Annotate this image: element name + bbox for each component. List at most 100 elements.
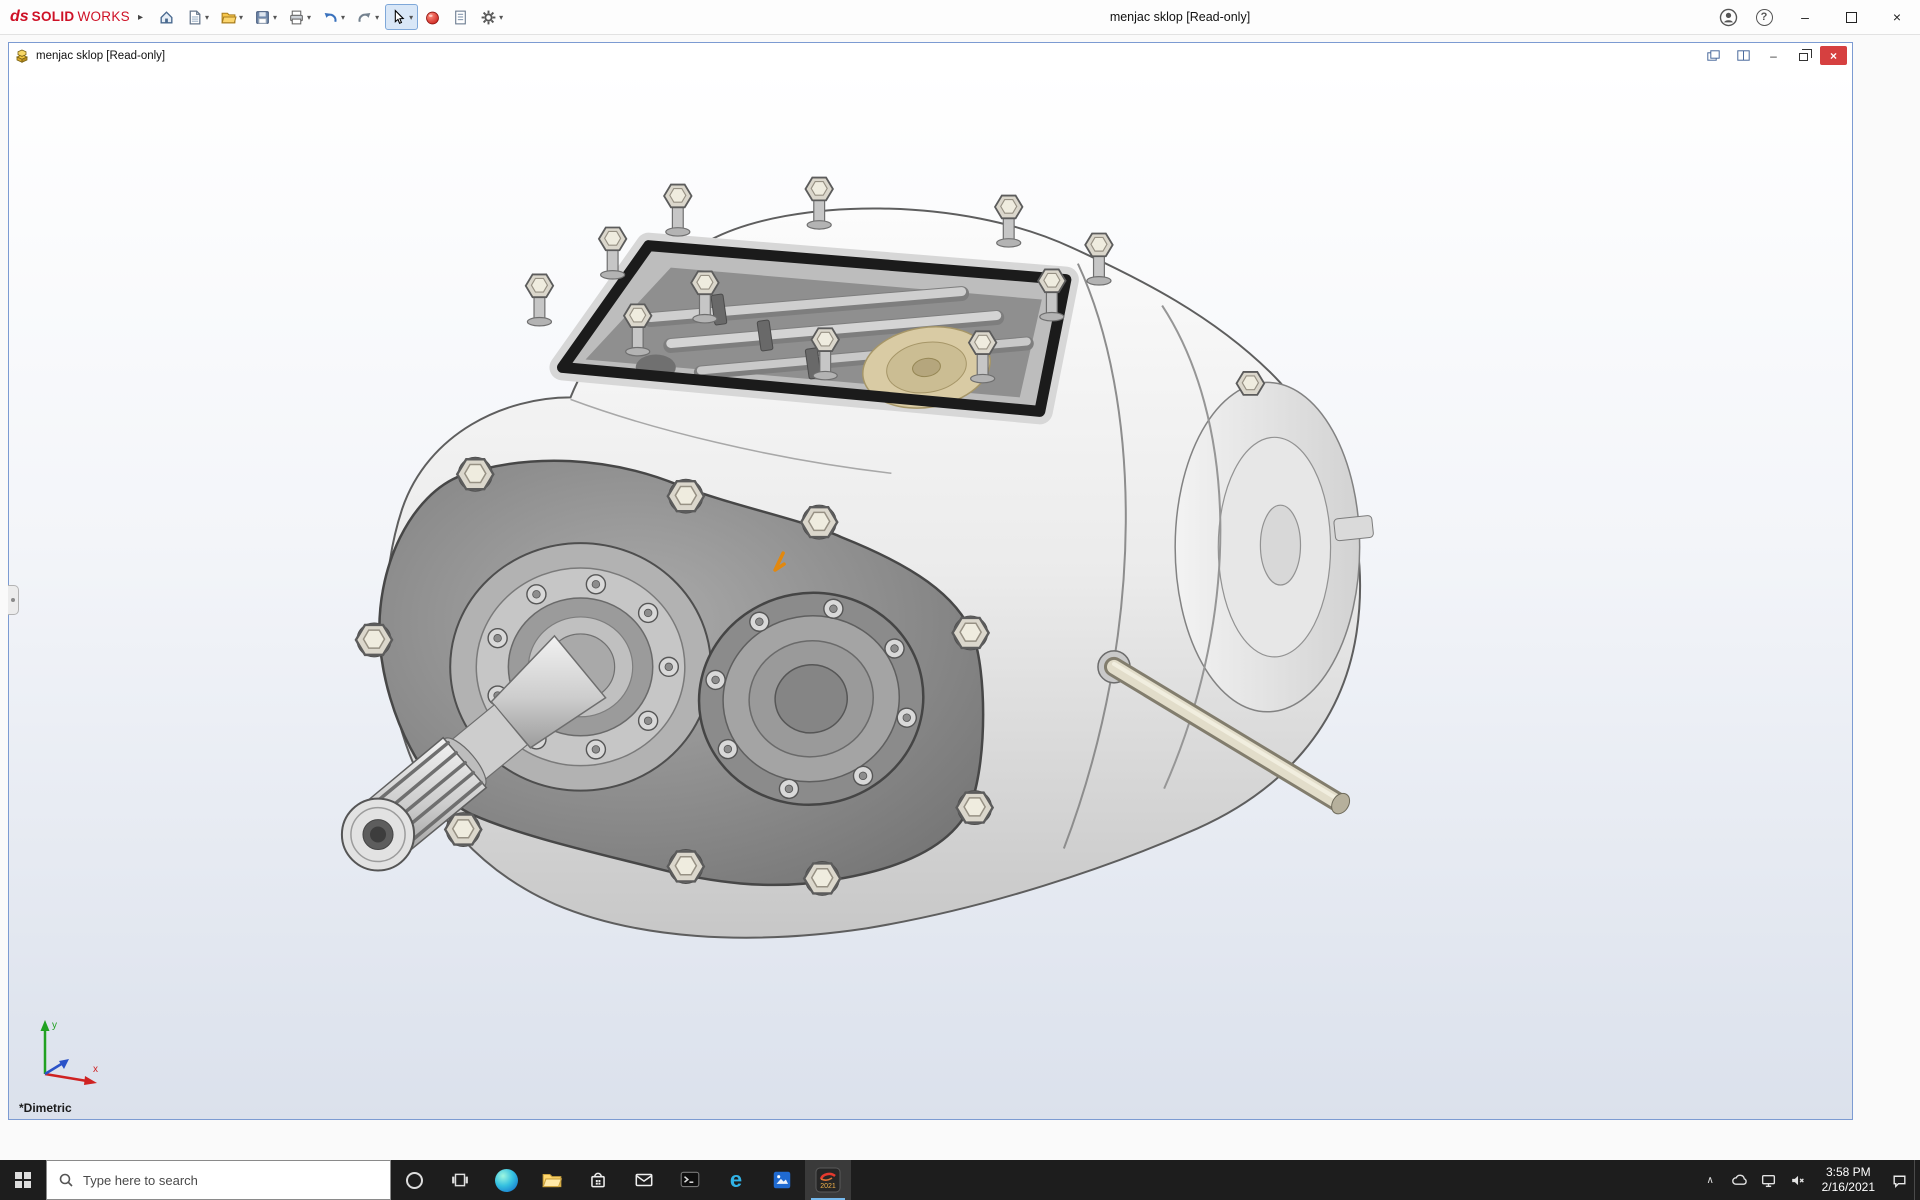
cortana-icon [406,1172,423,1189]
taskbar-app-edge-legacy[interactable]: e [713,1160,759,1200]
hex-bolt[interactable] [668,850,704,884]
redo-button[interactable]: ▾ [351,4,384,30]
taskbar-app-terminal[interactable] [667,1160,713,1200]
volume-tray-button[interactable] [1783,1160,1812,1200]
document-title-bar: menjac sklop [Read-only] – × [9,43,1852,68]
account-button[interactable] [1710,0,1746,34]
app-title-bar: ds SOLIDWORKS ▸ ▾ ▾ ▾ ▾ [0,0,1920,35]
file-explorer-icon [541,1169,563,1191]
show-desktop-button[interactable] [1914,1160,1920,1200]
undo-button[interactable]: ▾ [317,4,350,30]
task-view-button[interactable] [437,1160,483,1200]
document-minimize-button[interactable]: – [1760,46,1787,65]
search-placeholder: Type here to search [83,1173,198,1188]
solidworks-logo: ds SOLIDWORKS [10,8,130,26]
hex-plug[interactable] [1237,372,1265,395]
dropdown-chevron-icon[interactable]: ▾ [307,13,311,22]
tile-windows-button[interactable] [1730,46,1757,65]
taskbar-app-photos[interactable] [759,1160,805,1200]
y-axis-arrow [41,1020,50,1031]
restore-icon [1799,53,1808,61]
windows-logo-icon [15,1172,31,1188]
rebuild-sphere-icon [424,9,441,26]
options-button[interactable]: ▾ [475,4,508,30]
taskbar-app-store[interactable] [575,1160,621,1200]
hex-bolt[interactable] [457,457,493,491]
taskbar-search-box[interactable]: Type here to search [46,1160,391,1200]
hex-bolt[interactable] [953,616,989,650]
dropdown-chevron-icon[interactable]: ▾ [341,13,345,22]
gear-icon [480,9,497,26]
select-tool-button[interactable]: ▾ [385,4,418,30]
network-tray-button[interactable] [1754,1160,1783,1200]
onedrive-tray-button[interactable] [1725,1160,1754,1200]
hex-bolt[interactable] [804,861,840,895]
window-controls: ? – × [1710,0,1920,34]
new-document-button[interactable]: ▾ [181,4,214,30]
account-icon [1719,8,1738,27]
clock-date: 2/16/2021 [1822,1180,1875,1195]
maximize-icon [1846,12,1857,23]
maximize-button[interactable] [1828,0,1874,34]
taskbar-clock[interactable]: 3:58 PM 2/16/2021 [1812,1160,1885,1200]
hex-bolt[interactable] [668,479,704,513]
hidden-icons-button[interactable]: ∧ [1696,1160,1725,1200]
dropdown-chevron-icon[interactable]: ▾ [273,13,277,22]
edge-legacy-icon: e [730,1169,742,1191]
document-window-controls: – × [1700,46,1847,65]
print-icon [288,9,305,26]
triad-x-label: x [93,1064,98,1075]
start-button[interactable] [0,1160,46,1200]
assembly-document-icon [14,48,30,64]
cortana-button[interactable] [391,1160,437,1200]
view-orientation-label: *Dimetric [19,1101,72,1115]
action-center-icon [1891,1172,1908,1189]
tile-windows-icon [1737,50,1750,61]
document-title: menjac sklop [Read-only] [36,50,165,62]
cascade-windows-button[interactable] [1700,46,1727,65]
new-document-icon [186,9,203,26]
dropdown-chevron-icon[interactable]: ▾ [239,13,243,22]
rebuild-button[interactable] [419,4,446,30]
taskbar-app-solidworks[interactable]: 2021 [805,1160,851,1200]
windows-taskbar: Type here to search e 2021 [0,1160,1920,1200]
dropdown-chevron-icon[interactable]: ▾ [499,13,503,22]
hex-bolt[interactable] [957,791,993,825]
graphics-area[interactable]: y x *Dimetric [9,68,1852,1119]
undo-icon [322,9,339,26]
dropdown-chevron-icon[interactable]: ▾ [205,13,209,22]
hex-bolt[interactable] [801,505,837,539]
action-center-button[interactable] [1885,1160,1914,1200]
taskbar-app-edge[interactable] [483,1160,529,1200]
help-button[interactable]: ? [1746,0,1782,34]
dropdown-chevron-icon[interactable]: ▾ [409,13,413,22]
menu-expand-arrow-icon[interactable]: ▸ [138,12,143,23]
network-display-icon [1760,1172,1777,1189]
x-axis-arrow [84,1076,97,1085]
minimize-button[interactable]: – [1782,0,1828,34]
open-button[interactable]: ▾ [215,4,248,30]
document-restore-button[interactable] [1790,46,1817,65]
stud-bolt[interactable] [526,274,553,326]
file-properties-button[interactable] [447,4,474,30]
document-close-button[interactable]: × [1820,46,1847,65]
hex-bolt[interactable] [356,623,392,657]
close-button[interactable]: × [1874,0,1920,34]
dassault-mark: ds [10,8,29,26]
file-properties-icon [452,9,469,26]
dropdown-chevron-icon[interactable]: ▾ [375,13,379,22]
featuremanager-flyout-handle[interactable] [8,585,19,615]
solidworks-year-badge: 2021 [820,1183,836,1190]
save-button[interactable]: ▾ [249,4,282,30]
print-button[interactable]: ▾ [283,4,316,30]
clock-time: 3:58 PM [1826,1165,1871,1180]
triad-y-label: y [52,1020,57,1031]
solidworks-application: ds SOLIDWORKS ▸ ▾ ▾ ▾ ▾ [0,0,1920,1200]
taskbar-app-file-explorer[interactable] [529,1160,575,1200]
stud-bolt[interactable] [664,185,691,237]
gearbox-3d-model[interactable] [9,68,1852,1119]
taskbar-app-mail[interactable] [621,1160,667,1200]
home-button[interactable] [153,4,180,30]
orientation-triad: y x [29,1006,113,1095]
side-boss[interactable] [1334,515,1374,541]
